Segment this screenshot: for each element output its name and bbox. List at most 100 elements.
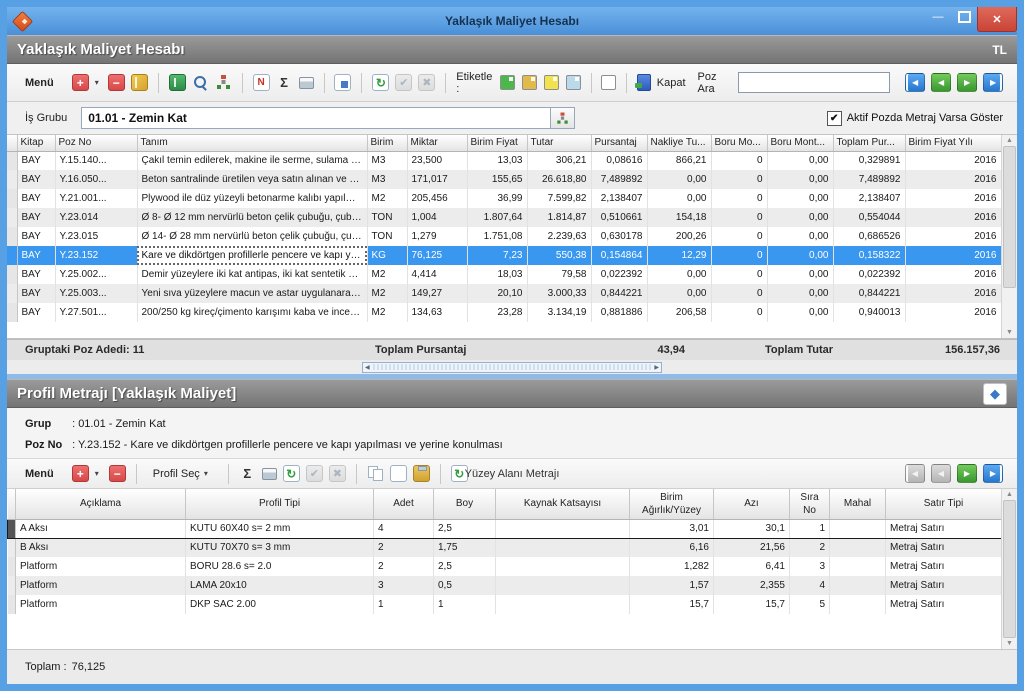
column-header[interactable]: Profil Tipi [186,489,374,519]
cell[interactable]: 2016 [905,189,1001,208]
row-indicator[interactable] [7,227,17,246]
cell[interactable]: Kare ve dikdörtgen profillerle pencere v… [137,246,367,265]
cell[interactable]: KUTU 70X70 s= 3 mm [186,538,374,557]
cell[interactable]: 0 [711,246,767,265]
nav-next-button[interactable]: ▶ [957,464,977,483]
cell[interactable]: 1 [434,595,496,614]
clipboard-icon[interactable] [413,465,430,482]
cell[interactable]: Metraj Satırı [886,595,1002,614]
poz-table-hscrollbar[interactable]: ◀ ▶ [362,362,662,373]
cell[interactable]: 1.751,08 [467,227,527,246]
cell[interactable] [830,538,886,557]
cell[interactable]: Ø 14- Ø 28 mm nervürlü beton çelik çubuğ… [137,227,367,246]
table-row[interactable]: BAYY.23.152Kare ve dikdörtgen profillerl… [7,246,1001,265]
cell[interactable]: 2.239,63 [527,227,591,246]
cell[interactable]: BAY [17,265,55,284]
label-color-icon[interactable] [500,75,515,90]
cell[interactable]: 205,456 [407,189,467,208]
cell[interactable]: 2016 [905,265,1001,284]
cell[interactable]: B Aksı [16,538,186,557]
cell[interactable]: Platform [16,557,186,576]
table-row[interactable]: B AksıKUTU 70X70 s= 3 mm21,756,1621,562M… [8,538,1002,557]
cell[interactable]: 0,00 [647,265,711,284]
sigma-icon[interactable]: Σ [276,74,293,91]
cell[interactable]: 1,279 [407,227,467,246]
table-row[interactable]: BAYY.15.140...Çakıl temin edilerek, maki… [7,151,1001,170]
column-header[interactable]: Birim [367,135,407,151]
cell[interactable]: M2 [367,303,407,322]
cell[interactable]: 3 [790,557,830,576]
refresh-icon[interactable]: ↻ [283,465,300,482]
cell[interactable]: 0,00 [767,303,833,322]
column-header[interactable]: Mahal [830,489,886,519]
cell[interactable]: 7,489892 [833,170,905,189]
table-row[interactable]: BAYY.27.501...200/250 kg kireç/çimento k… [7,303,1001,322]
cell[interactable]: Metraj Satırı [886,519,1002,538]
cell[interactable]: 4 [374,519,434,538]
table-row[interactable]: PlatformBORU 28.6 s= 2.022,51,2826,413Me… [8,557,1002,576]
cell[interactable]: KG [367,246,407,265]
cell[interactable] [496,576,630,595]
scrollbar-track[interactable] [373,364,652,370]
cell[interactable]: 1,282 [630,557,714,576]
cell[interactable]: 171,017 [407,170,467,189]
menu-button[interactable]: Menü [25,77,54,89]
notebook-icon[interactable] [131,74,148,91]
cell[interactable]: 3,01 [630,519,714,538]
cell[interactable]: 7,489892 [591,170,647,189]
cell[interactable]: BAY [17,189,55,208]
cell[interactable]: 866,21 [647,151,711,170]
cell[interactable]: BAY [17,208,55,227]
column-header[interactable]: Boru Mont... [767,135,833,151]
cell[interactable]: 0,00 [767,265,833,284]
column-header[interactable]: Birim Fiyat [467,135,527,151]
column-header[interactable]: Tanım [137,135,367,151]
cell[interactable]: 13,03 [467,151,527,170]
nav-first-button[interactable]: ◀ [905,73,925,92]
cell[interactable]: 2,138407 [833,189,905,208]
cell[interactable]: M2 [367,265,407,284]
column-header[interactable]: Poz No [55,135,137,151]
poz-ara-input[interactable] [738,72,890,93]
cell[interactable]: 0,022392 [833,265,905,284]
cell[interactable]: 15,7 [714,595,790,614]
cell[interactable]: M3 [367,170,407,189]
cell[interactable]: Y.23.152 [55,246,137,265]
cell[interactable]: 79,58 [527,265,591,284]
cell[interactable]: 0,00 [767,151,833,170]
cell[interactable]: BAY [17,246,55,265]
row-indicator[interactable] [8,576,16,595]
cell[interactable]: 36,99 [467,189,527,208]
column-header[interactable]: Boru Mo... [711,135,767,151]
cell[interactable]: LAMA 20x10 [186,576,374,595]
table-row[interactable]: A AksıKUTU 60X40 s= 2 mm42,53,0130,11Met… [8,519,1002,538]
nav-last-button[interactable]: ▶ [983,464,1003,483]
cell[interactable]: TON [367,208,407,227]
scroll-down-icon[interactable]: ▼ [1006,640,1013,647]
table-row[interactable]: BAYY.23.014Ø 8- Ø 12 mm nervürlü beton ç… [7,208,1001,227]
cell[interactable]: 1.814,87 [527,208,591,227]
cell[interactable]: Platform [16,595,186,614]
cell[interactable]: 0 [711,189,767,208]
cell[interactable]: 7.599,82 [527,189,591,208]
print-icon[interactable] [262,468,277,480]
cell[interactable]: 0,940013 [833,303,905,322]
cell[interactable]: 0,154864 [591,246,647,265]
close-button[interactable]: ✕ [977,7,1017,32]
cell[interactable]: Ø 8- Ø 12 mm nervürlü beton çelik çubuğu… [137,208,367,227]
cell[interactable]: 1.807,64 [467,208,527,227]
cell[interactable]: 149,27 [407,284,467,303]
column-header[interactable]: Miktar [407,135,467,151]
remove-row-button[interactable]: − [109,465,126,482]
cell[interactable]: 6,16 [630,538,714,557]
scrollbar-thumb[interactable] [1003,500,1016,638]
cell[interactable]: 0 [711,170,767,189]
cell[interactable]: BAY [17,303,55,322]
cell[interactable]: Y.16.050... [55,170,137,189]
cell[interactable]: M3 [367,151,407,170]
cell[interactable]: 3 [374,576,434,595]
column-header[interactable]: Sıra No [790,489,830,519]
nav-next-button[interactable]: ▶ [957,73,977,92]
column-header[interactable]: Kaynak Katsayısı [496,489,630,519]
row-indicator[interactable] [8,538,16,557]
